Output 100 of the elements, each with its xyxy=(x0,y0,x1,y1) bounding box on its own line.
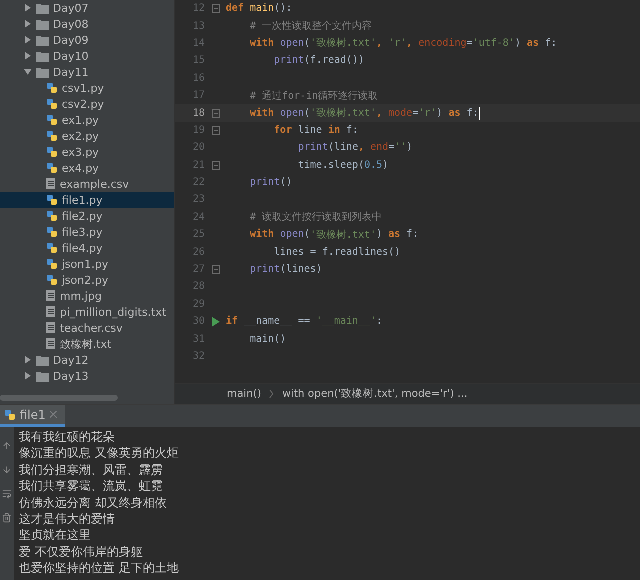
tree-item-label[interactable]: Day08 xyxy=(53,18,89,30)
folder-icon xyxy=(36,2,49,14)
folder-icon xyxy=(36,370,49,382)
python-file-icon xyxy=(46,194,58,206)
line-number: 21 xyxy=(192,160,205,171)
text-file-icon xyxy=(46,338,56,350)
tree-item-label[interactable]: Day13 xyxy=(53,370,89,382)
trash-icon[interactable] xyxy=(2,513,12,523)
tree-item-label[interactable]: 致橡树.txt xyxy=(60,336,112,352)
line-number: 18 xyxy=(192,108,205,119)
folder-icon xyxy=(36,50,49,62)
up-arrow-icon[interactable] xyxy=(2,441,12,451)
close-icon[interactable] xyxy=(50,408,57,421)
tree-item-label[interactable]: csv2.py xyxy=(62,98,104,110)
python-file-icon xyxy=(46,210,58,222)
tree-item-label[interactable]: Day07 xyxy=(53,2,89,14)
line-number: 17 xyxy=(192,90,205,102)
tree-item-label[interactable]: json2.py xyxy=(62,274,108,286)
tree-item-label[interactable]: csv1.py xyxy=(62,82,104,94)
line-number: 19 xyxy=(192,124,205,136)
tree-item-label[interactable]: file1.py xyxy=(62,194,103,206)
fold-icon[interactable] xyxy=(212,265,220,274)
python-file-icon xyxy=(46,130,58,142)
console-output-line: 像沉重的叹息 又像英勇的火炬 xyxy=(19,445,179,462)
tree-item-label[interactable]: ex2.py xyxy=(62,130,100,142)
tree-item-label[interactable]: ex1.py xyxy=(62,114,100,126)
code-line: print(line, end='') xyxy=(297,142,413,154)
code-line: # 通过for-in循环逐行读取 xyxy=(249,90,378,103)
line-number: 30 xyxy=(192,316,205,328)
line-number: 12 xyxy=(192,3,205,14)
code-line: with open('致橡树.txt') as f: xyxy=(249,228,419,242)
wrap-icon[interactable] xyxy=(2,489,12,499)
code-line: print() xyxy=(249,177,292,188)
chevron-icon xyxy=(269,390,274,398)
line-number: 29 xyxy=(192,298,205,310)
tree-item-label[interactable]: example.csv xyxy=(60,178,130,190)
line-number: 22 xyxy=(192,177,205,188)
python-file-icon xyxy=(46,242,58,254)
code-line: # 一次性读取整个文件内容 xyxy=(249,20,372,34)
python-file-icon xyxy=(46,114,58,126)
tree-item-label[interactable]: file4.py xyxy=(62,242,103,254)
tree-item-label[interactable]: file3.py xyxy=(62,226,103,238)
code-line: print(lines) xyxy=(249,264,322,276)
python-file-icon xyxy=(46,258,58,270)
tree-item-label[interactable]: json1.py xyxy=(62,258,108,270)
tree-item-label[interactable]: pi_million_digits.txt xyxy=(60,306,166,318)
python-file-icon xyxy=(46,98,58,110)
fold-icon[interactable] xyxy=(212,160,220,170)
tree-item-label[interactable]: mm.jpg xyxy=(60,290,102,302)
python-file-icon xyxy=(46,274,58,286)
code-line: def main(): xyxy=(226,3,292,14)
code-line: # 读取文件按行读取到列表中 xyxy=(249,210,382,224)
tree-item-label[interactable]: Day09 xyxy=(53,34,89,46)
tree-item-label[interactable]: ex3.py xyxy=(62,146,100,158)
line-number: 25 xyxy=(192,229,205,240)
line-number: 26 xyxy=(192,246,205,258)
fold-icon[interactable] xyxy=(212,108,220,118)
python-file-icon xyxy=(46,82,58,94)
down-arrow-icon[interactable] xyxy=(2,465,12,475)
text-file-icon xyxy=(46,322,56,334)
code-line: if __name__ == '__main__': xyxy=(226,316,383,328)
run-icon[interactable] xyxy=(212,316,220,327)
code-line: for line in f: xyxy=(273,124,358,136)
folder-icon xyxy=(36,354,49,366)
python-file-icon xyxy=(46,162,58,174)
folder-icon xyxy=(36,18,49,30)
scrollbar-thumb[interactable] xyxy=(0,395,118,401)
image-file-icon xyxy=(46,290,56,302)
text-file-icon xyxy=(46,306,56,318)
code-line: with open('致橡树.txt', mode='r') as f: xyxy=(249,106,479,120)
console-output-line: 我有我红硕的花朵 xyxy=(19,429,116,446)
tree-item-label[interactable]: teacher.csv xyxy=(60,322,123,334)
console-output-line: 我们分担寒潮、风雷、霹雳 xyxy=(19,462,164,478)
run-tab[interactable]: file1 xyxy=(0,405,65,427)
console-output-line: 坚贞就在这里 xyxy=(19,527,92,544)
line-number: 32 xyxy=(192,351,205,362)
line-number: 24 xyxy=(192,212,205,223)
python-file-icon xyxy=(46,226,58,238)
tree-item-label[interactable]: Day11 xyxy=(53,66,89,78)
breadcrumb[interactable]: main() xyxy=(227,388,262,400)
code-line: main() xyxy=(249,334,286,345)
tree-item-label[interactable]: ex4.py xyxy=(62,162,100,174)
tree-item-label[interactable]: Day10 xyxy=(53,50,89,62)
console-output-line: 我们共享雾霭、流岚、虹霓 xyxy=(19,478,164,495)
tree-item-label[interactable]: file2.py xyxy=(62,210,103,222)
breadcrumb[interactable]: with open('致橡树.txt', mode='r') ... xyxy=(282,387,468,401)
fold-icon[interactable] xyxy=(212,4,220,14)
expanded-arrow-icon[interactable] xyxy=(24,68,32,76)
console-output-line: 这才是伟大的爱情 xyxy=(19,510,116,528)
tree-item-label[interactable]: Day12 xyxy=(53,354,89,366)
line-number: 15 xyxy=(192,55,205,66)
console-output-line: 仿佛永远分离 却又终身相依 xyxy=(19,494,168,511)
folder-icon xyxy=(36,66,49,78)
folder-icon xyxy=(36,34,49,46)
python-file-icon xyxy=(4,408,16,420)
fold-icon[interactable] xyxy=(212,126,220,135)
line-number: 13 xyxy=(192,20,205,32)
text-file-icon xyxy=(46,178,56,190)
selected-tree-row[interactable]: file1.py xyxy=(0,192,174,208)
line-number: 20 xyxy=(192,142,205,154)
